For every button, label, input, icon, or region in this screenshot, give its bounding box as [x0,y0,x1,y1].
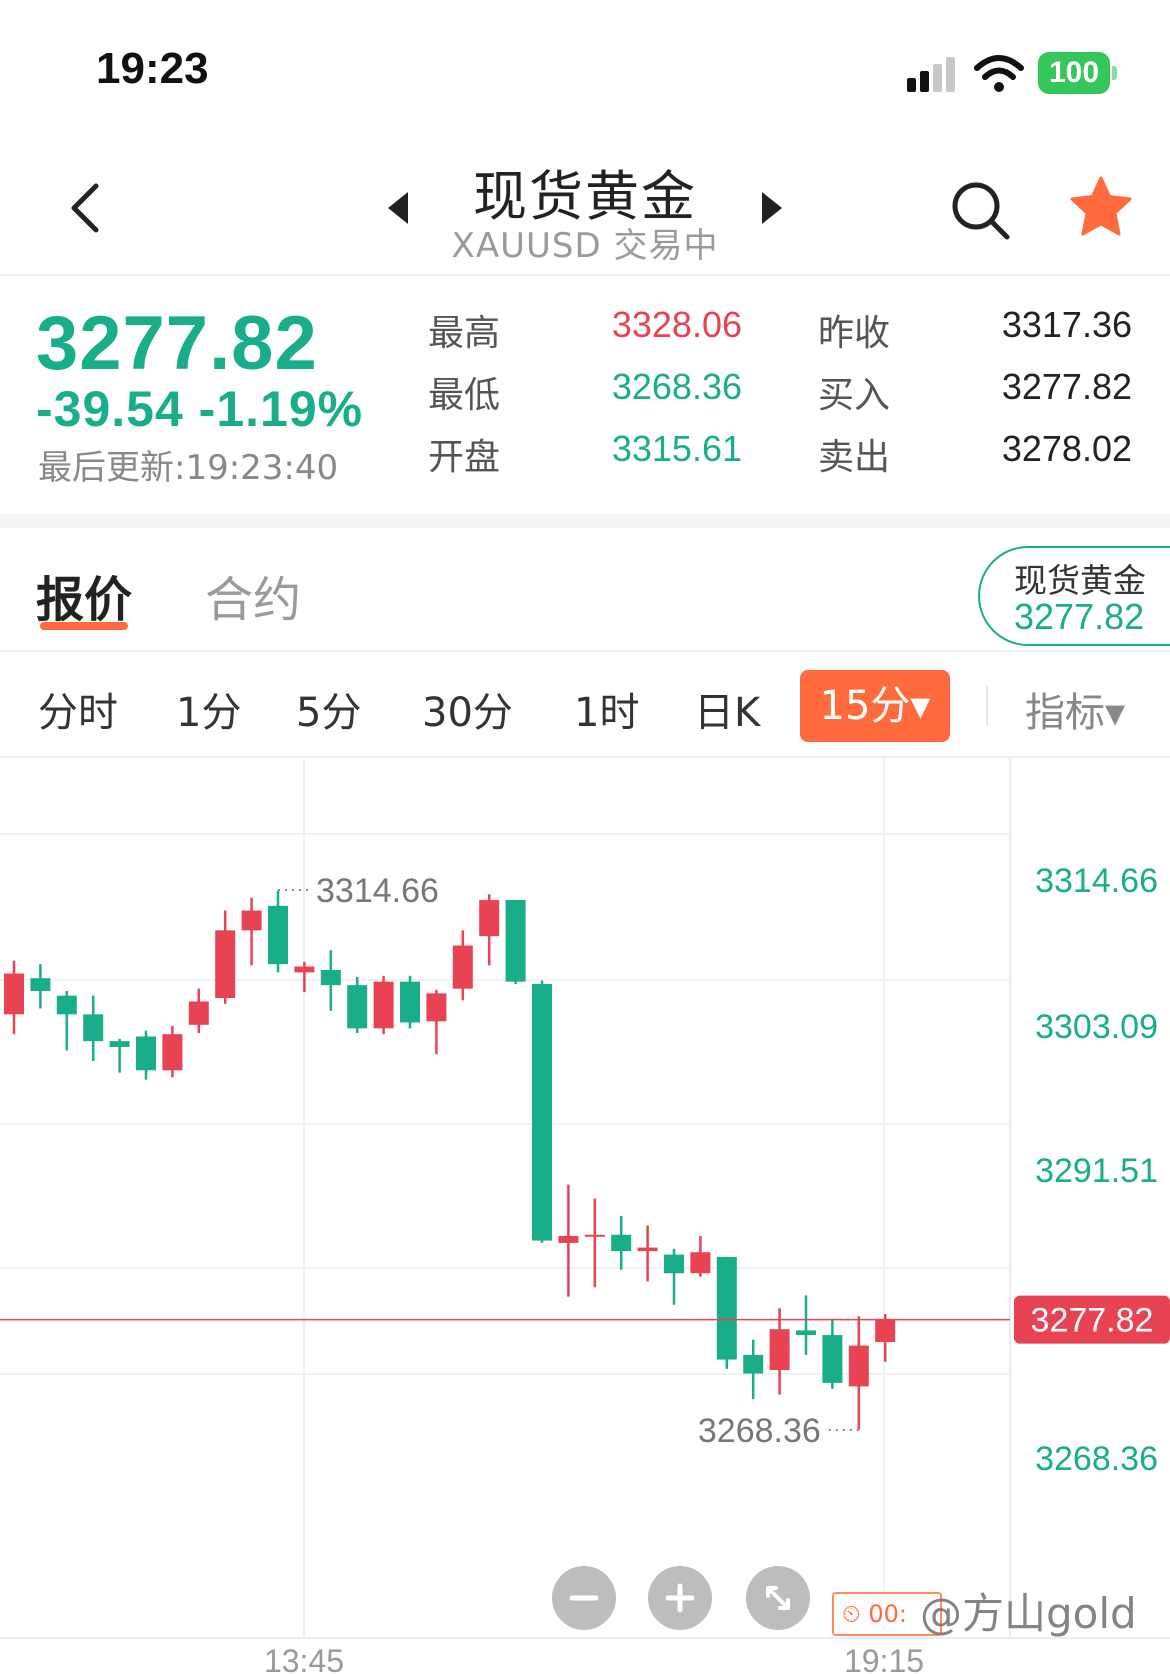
candle-body [848,1345,869,1387]
stat-label-high: 最高 [428,313,501,354]
period-separator [986,686,988,726]
period-1hour[interactable]: 1时 [574,680,639,738]
stat-label-open: 开盘 [428,437,501,478]
stat-label-prev-close: 昨收 [818,313,891,354]
candle-body [611,1234,632,1252]
candle-body [373,981,394,1029]
section-tabs: 报价 合约 现货黄金 3277.82 [0,530,1170,652]
candle-body [241,910,262,931]
candle-body [743,1354,764,1374]
period-intraday[interactable]: 分时 [38,680,118,738]
candle-body [320,970,341,986]
indicator-dropdown[interactable]: 指标▾ [1025,680,1125,738]
candlestick-chart[interactable]: 3314.66 3303.09 3291.51 3268.36 13:45 19:15 32… [0,758,1170,1674]
stat-value-ask: 3278.02 [1001,428,1132,469]
instrument-subtitle: XAUUSD 交易中 [451,226,719,266]
candle-body [796,1330,816,1336]
battery-cap [1112,66,1117,80]
candle-body [822,1335,843,1383]
high-price-annotation: 3314.66 [316,872,439,910]
quote-panel: 3277.82 -39.54 -1.19% 最后更新:19:23:40 最高 3… [0,276,1170,528]
period-30min[interactable]: 30分 [422,680,513,738]
candle-body [268,905,288,965]
minus-icon [569,1595,599,1601]
tabs-divider [0,650,1170,652]
stat-value-high: 3328.06 [611,304,742,345]
candle-body [188,1001,209,1025]
period-5min[interactable]: 5分 [296,680,361,738]
price-change: -39.54 -1.19% [36,381,364,437]
candle-body [716,1256,737,1360]
period-15min-dropdown[interactable]: 15分▾ [800,670,950,742]
current-price-tag-label: 3277.82 [1031,1302,1154,1340]
price-tick-label: 3303.09 [1035,1008,1158,1046]
battery-level: 100 [1038,52,1110,94]
last-update-time: 最后更新:19:23:40 [38,448,339,488]
price-tick-label: 3291.51 [1035,1152,1158,1190]
price-tick-label: 3268.36 [1035,1440,1158,1478]
stat-value-low: 3268.36 [611,366,742,407]
candle-body [479,900,500,937]
candle-body [690,1252,711,1274]
next-instrument-icon[interactable] [760,190,786,226]
candle-body [294,966,315,973]
fullscreen-button[interactable] [746,1566,810,1630]
active-tab-indicator [40,622,128,630]
low-price-annotation: 3268.36 [698,1412,821,1450]
zoom-out-button[interactable] [552,1566,616,1630]
candle-body [109,1041,130,1047]
candle-body [505,900,526,982]
candle-body [637,1247,658,1252]
battery-indicator: 100 [1038,52,1118,94]
candle-body [769,1329,790,1371]
candle-body [136,1036,156,1071]
candle-body [664,1254,684,1274]
status-bar: 19:23 100 [0,0,1170,130]
plus-icon [665,1583,695,1613]
stat-label-low: 最低 [428,375,501,416]
candle-body [4,973,24,1015]
candle-body [875,1319,896,1343]
candle-body [56,995,77,1015]
price-tick-label: 3314.66 [1035,862,1158,900]
candle-body [162,1034,183,1071]
section-divider [0,514,1170,528]
candle-body [584,1234,605,1237]
candle-body [215,930,236,998]
candle-body [426,993,447,1022]
tab-quote[interactable]: 报价 [36,560,132,630]
time-tick-label: 13:45 [264,1643,344,1674]
stat-label-bid: 买入 [818,375,891,416]
back-arrow-icon[interactable] [62,180,110,236]
status-time: 19:23 [96,44,209,93]
reference-name: 现货黄金 [1014,561,1146,600]
stat-label-ask: 卖出 [818,437,891,478]
time-tick-label: 19:15 [844,1643,924,1674]
stat-value-open: 3315.61 [611,428,742,469]
expand-icon [766,1586,790,1610]
cellular-signal-icon [907,57,955,92]
candle-body [83,1014,104,1042]
candle-body [558,1235,579,1243]
chart-canvas[interactable]: 3314.66 3303.09 3291.51 3268.36 13:45 19:15 32… [0,758,1170,1674]
watermark-text: @方山gold [920,1589,1137,1638]
candle-body [347,985,368,1029]
reference-price: 3277.82 [1014,596,1145,637]
favorite-star-icon[interactable] [1068,174,1134,240]
wifi-icon [974,55,1024,92]
candle-body [30,978,51,992]
stat-value-bid: 3277.82 [1001,366,1132,407]
candle-body [400,981,420,1023]
previous-instrument-icon[interactable] [384,190,410,226]
zoom-in-button[interactable] [648,1566,712,1630]
candle-body [532,984,552,1241]
last-price: 3277.82 [36,301,318,386]
candle-body [452,945,473,989]
period-1min[interactable]: 1分 [176,680,241,738]
search-icon[interactable] [950,180,1012,242]
instrument-header: 现货黄金 XAUUSD 交易中 [0,130,1170,276]
period-daily[interactable]: 日K [694,680,760,738]
stat-value-prev-close: 3317.36 [1001,304,1132,345]
tab-contract[interactable]: 合约 [205,560,301,630]
